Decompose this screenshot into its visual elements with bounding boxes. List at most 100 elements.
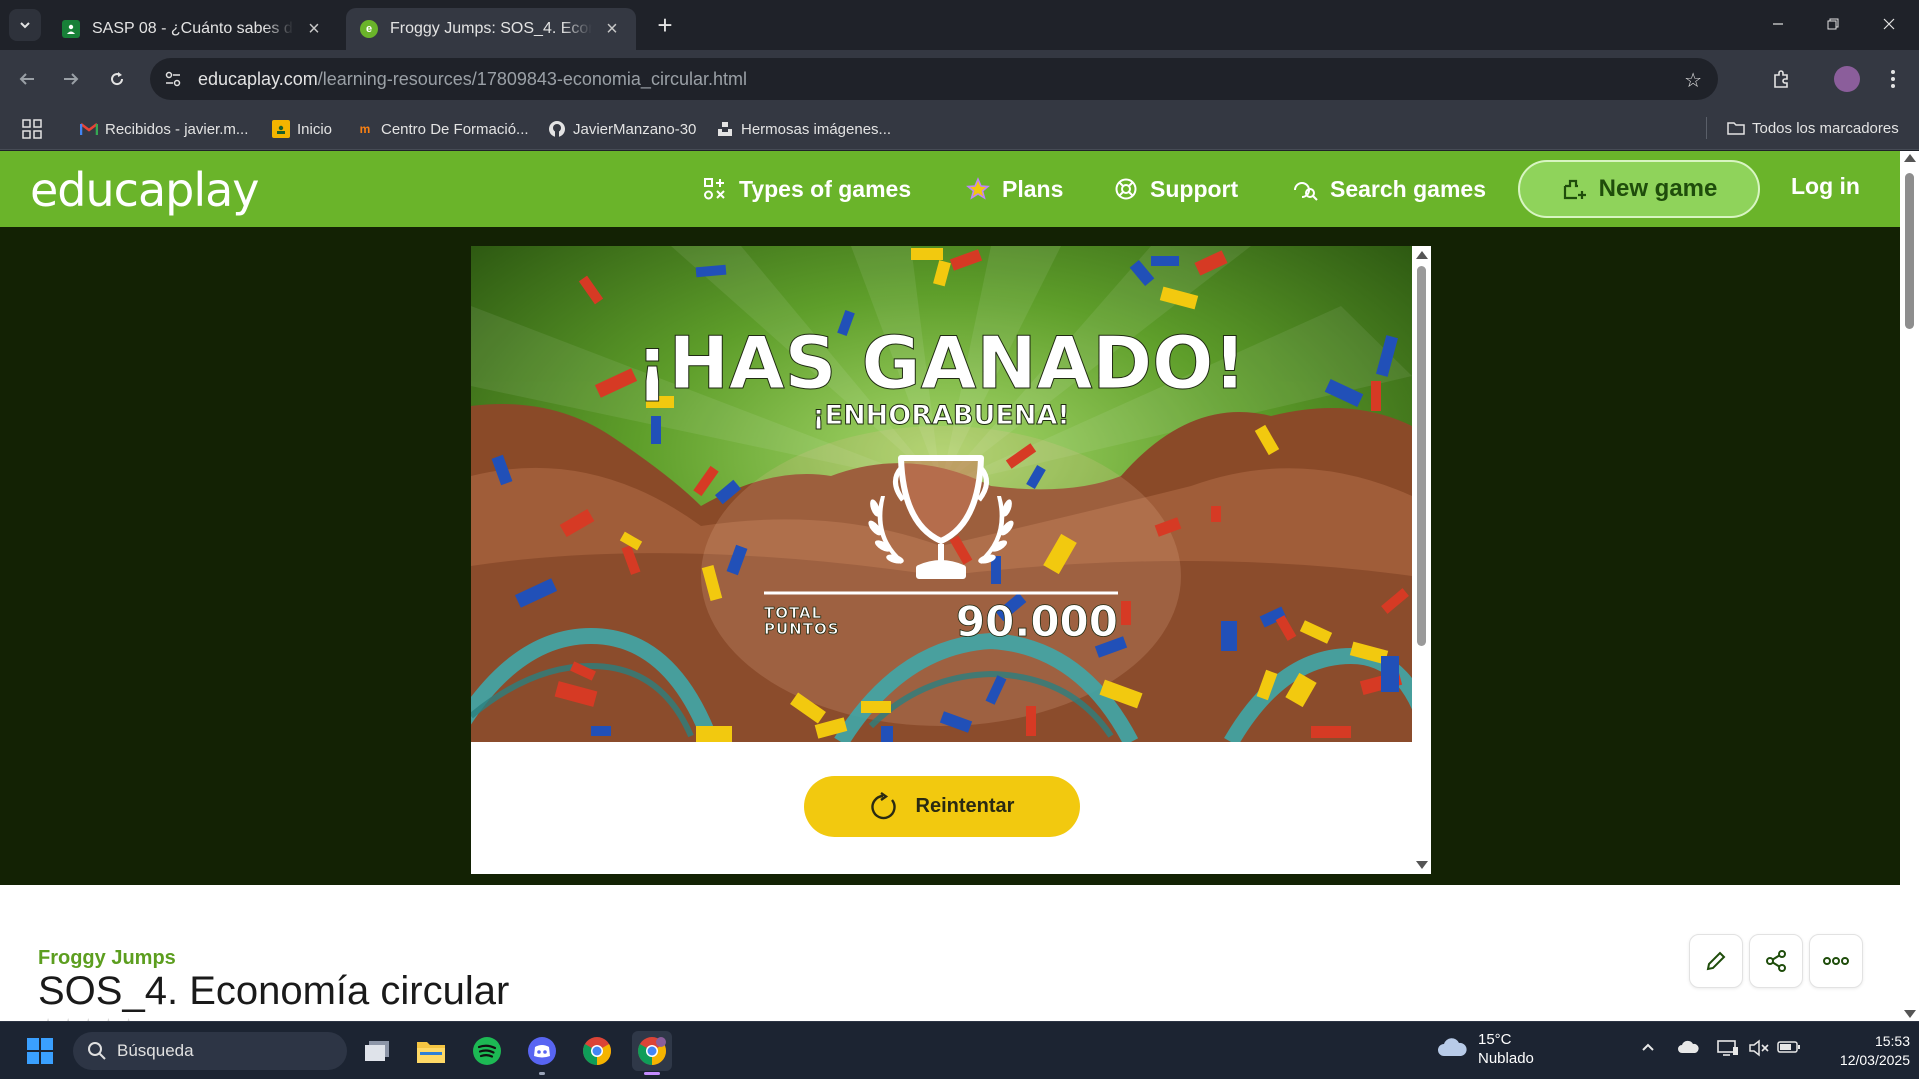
chrome-icon[interactable] [577,1031,617,1071]
restore-icon [1827,18,1839,30]
apps-grid-icon[interactable] [22,117,42,141]
bookmark-unsplash[interactable]: Hermosas imágenes... [716,117,891,141]
discord-icon[interactable] [522,1031,562,1075]
windows-start-icon[interactable] [20,1031,60,1071]
points-label: PUNTOS [764,620,840,638]
login-link[interactable]: Log in [1791,173,1860,200]
more-options-button[interactable] [1809,934,1863,988]
folder-icon [1727,119,1745,137]
url-text: educaplay.com/learning-resources/1780984… [198,68,747,89]
scroll-thumb[interactable] [1417,266,1426,646]
new-game-button[interactable]: New game [1518,160,1760,218]
browser-menu-icon[interactable] [1878,64,1908,94]
task-view-icon[interactable] [357,1031,397,1071]
victory-subheadline: ¡ENHORABUENA! [812,400,1069,431]
retry-icon [870,791,900,822]
site-header: educaplay Types of games Plans Support S… [0,151,1900,227]
bookmark-star-icon[interactable]: ☆ [1684,68,1702,93]
close-icon[interactable]: × [602,18,622,41]
close-window-button[interactable] [1866,8,1912,40]
victory-headline: ¡HAS GANADO! [636,321,1246,405]
cloud-icon [1436,1036,1468,1062]
network-icon[interactable] [1717,1039,1739,1062]
clock-date: 12/03/2025 [1839,1052,1910,1068]
nav-search-games[interactable]: Search games [1292,173,1486,205]
forward-button[interactable] [56,64,86,94]
new-tab-button[interactable]: + [650,10,680,40]
pencil-icon [1706,951,1726,971]
bookmark-gmail[interactable]: Recibidos - javier.m... [80,117,248,141]
extensions-icon[interactable] [1766,64,1796,94]
all-bookmarks[interactable]: Todos los marcadores [1706,117,1899,139]
scroll-up-icon[interactable] [1904,154,1916,162]
page-scrollbar[interactable] [1900,151,1919,1021]
gmail-icon [80,120,98,138]
file-explorer-icon[interactable] [411,1031,451,1071]
classroom-icon [272,120,290,138]
nav-types-of-games[interactable]: Types of games [703,173,911,205]
educaplay-logo[interactable]: educaplay [30,163,260,217]
minimize-icon [1773,23,1783,25]
onedrive-icon[interactable] [1677,1039,1699,1060]
scroll-down-icon[interactable] [1904,1010,1916,1018]
bookmark-centro-formacion[interactable]: m Centro De Formació... [356,117,529,141]
scroll-down-icon[interactable] [1416,861,1428,869]
game-result-screen: ¡HAS GANADO! ¡ENHORABUENA! TOTAL PUNTOS … [471,246,1412,742]
bookmark-github[interactable]: JavierManzano-30 [548,117,696,141]
taskbar-search[interactable]: Búsqueda [73,1032,347,1070]
scroll-thumb[interactable] [1905,173,1914,329]
weather-widget[interactable]: 15°C Nublado [1436,1030,1534,1068]
share-button[interactable] [1749,934,1803,988]
minimize-button[interactable] [1755,8,1801,40]
game-scrollbar[interactable] [1412,246,1431,874]
edit-button[interactable] [1689,934,1743,988]
browser-toolbar: educaplay.com/learning-resources/1780984… [0,50,1919,108]
tab-sasp08[interactable]: SASP 08 - ¿Cuánto sabes de economía circ… [48,8,338,50]
reload-icon [111,72,124,86]
nav-plans[interactable]: Plans [966,173,1063,205]
volume-muted-icon[interactable] [1748,1039,1770,1062]
back-button[interactable] [12,64,42,94]
clock-time: 15:53 [1874,1033,1910,1049]
windows-taskbar: Búsqueda 15°C Nublado 15:53 12/03/2025 [0,1021,1919,1079]
reload-button[interactable] [102,64,132,94]
spotify-icon[interactable] [467,1031,507,1071]
moodle-icon: m [359,122,371,136]
tab-title: Froggy Jumps: SOS_4. Economía circular [390,20,592,37]
tab-froggy-jumps[interactable]: e Froggy Jumps: SOS_4. Economía circular… [346,8,636,50]
search-icon [87,1041,107,1061]
weather-temp: 15°C [1478,1031,1512,1048]
lifebuoy-icon [1114,177,1138,201]
tab-title: SASP 08 - ¿Cuánto sabes de economía circ… [92,20,294,37]
scroll-up-icon[interactable] [1416,251,1428,259]
chevron-down-icon [20,22,30,29]
search-games-icon [1292,176,1318,202]
close-icon[interactable]: × [304,18,324,41]
arrow-right-icon [64,73,79,85]
site-info-icon[interactable] [160,66,186,92]
add-game-icon [1561,176,1587,202]
address-bar[interactable]: educaplay.com/learning-resources/1780984… [150,58,1718,100]
resource-info: Froggy Jumps SOS_4. Economía circular ★★… [0,885,1900,1021]
battery-icon[interactable] [1777,1039,1801,1060]
educaplay-favicon-icon: e [360,20,378,38]
retry-button[interactable]: Reintentar [804,776,1080,837]
score-value: 90.000 [956,597,1118,646]
nav-support[interactable]: Support [1114,173,1238,205]
bookmark-inicio[interactable]: Inicio [272,117,332,141]
game-type-label[interactable]: Froggy Jumps [38,947,176,970]
chevron-up-icon[interactable] [1640,1039,1656,1060]
games-grid-icon [703,177,727,201]
profile-avatar-icon[interactable] [1834,66,1860,92]
star-icon [966,177,990,201]
arrow-left-icon [19,73,34,85]
game-area: ¡HAS GANADO! ¡ENHORABUENA! TOTAL PUNTOS … [0,227,1900,885]
restore-button[interactable] [1810,8,1856,40]
close-icon [1883,18,1895,30]
chrome-profile-active-icon[interactable] [632,1031,672,1075]
share-icon [1766,950,1786,972]
taskbar-clock[interactable]: 15:53 12/03/2025 [1810,1032,1910,1070]
tab-search-button[interactable] [9,9,41,41]
unsplash-icon [716,120,734,138]
resource-title: SOS_4. Economía circular [38,969,510,1013]
